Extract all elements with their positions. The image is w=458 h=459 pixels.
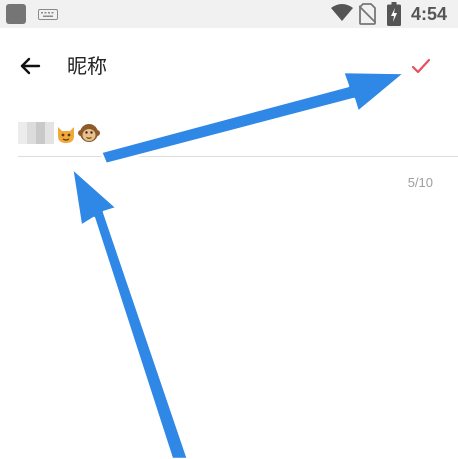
- back-button[interactable]: [12, 52, 48, 80]
- annotation-arrow-to-input: [70, 166, 190, 459]
- app-icon: [6, 4, 26, 24]
- wifi-icon: [331, 4, 353, 21]
- arrow-left-icon: [20, 57, 41, 75]
- monkey-face-emoji: [78, 124, 100, 142]
- keyboard-icon: [38, 9, 58, 20]
- check-icon: [411, 58, 431, 74]
- confirm-button[interactable]: [404, 52, 436, 80]
- battery-charging-icon: [387, 2, 401, 26]
- status-time: 4:54: [411, 4, 448, 24]
- page-title: 昵称: [67, 54, 107, 78]
- nickname-input[interactable]: [18, 116, 458, 157]
- blurred-nickname-text: [18, 122, 54, 144]
- cat-face-emoji: [58, 127, 74, 143]
- status-bar: 4:54: [0, 0, 458, 28]
- char-counter: 5/10: [407, 175, 433, 190]
- no-sim-icon: [359, 3, 376, 25]
- toolbar: 昵称: [0, 28, 458, 104]
